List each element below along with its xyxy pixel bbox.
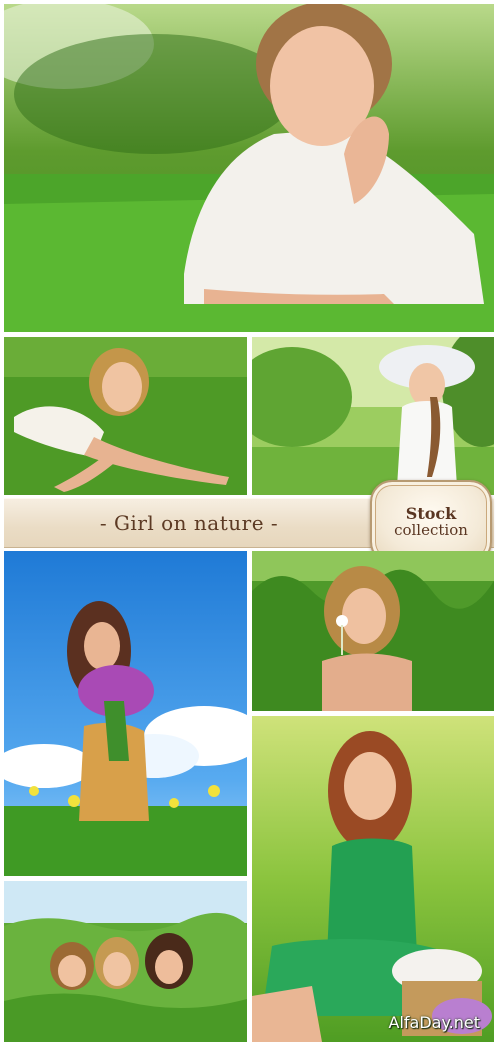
photo-woman-lying-on-grass [4, 4, 494, 332]
photo-woman-white-hat [252, 337, 494, 495]
photo-woman-green-dress-picnic: AlfaDay.net [252, 716, 494, 1042]
photo-woman-white-dress-on-grass [4, 337, 247, 495]
badge-line-2: collection [394, 521, 468, 539]
photo-woman-with-dandelion [252, 551, 494, 711]
photo-three-women-in-grass [4, 881, 247, 1042]
banner-title: - Girl on nature - [99, 511, 279, 535]
badge-line-1: Stock [405, 504, 457, 523]
watermark: AlfaDay.net [388, 1013, 480, 1032]
photo-woman-with-flowers-sky [4, 551, 247, 876]
